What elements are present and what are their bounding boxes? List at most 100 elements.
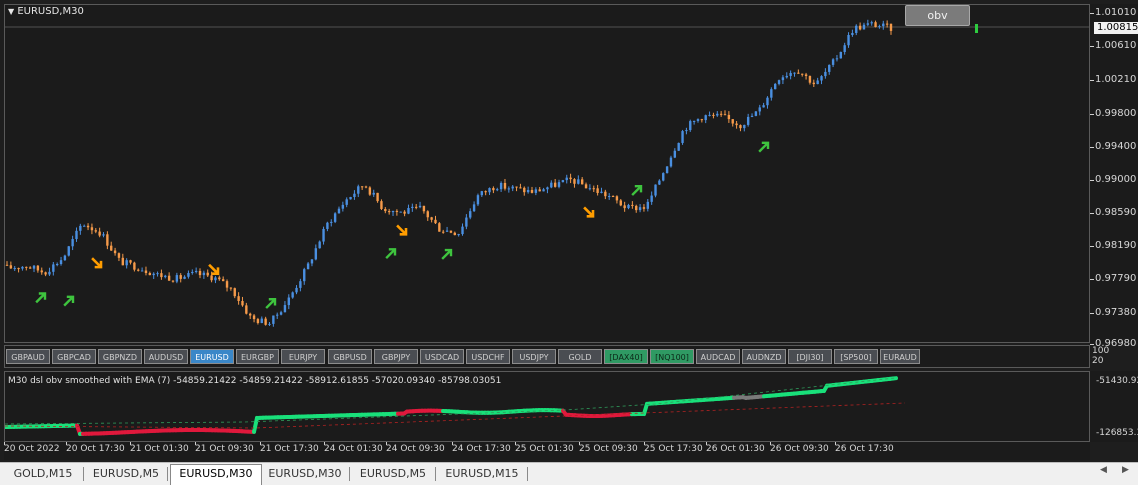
- time-tick-label: 26 Oct 17:30: [835, 444, 894, 454]
- price-tick-mark: [1090, 180, 1094, 181]
- candle-body: [68, 246, 70, 255]
- candle-body: [774, 84, 776, 89]
- symbol-button-dax40[interactable]: [DAX40]: [604, 349, 648, 364]
- candle-body: [870, 22, 872, 23]
- candle-body: [71, 239, 73, 246]
- candle-body: [407, 208, 409, 214]
- symbol-button-gbpaud[interactable]: GBPAUD: [6, 349, 50, 364]
- symbol-button-eurgbp[interactable]: EURGBP: [236, 349, 279, 364]
- candle-body: [778, 80, 780, 84]
- candle-body: [137, 270, 139, 271]
- symbol-button-gbpnzd[interactable]: GBPNZD: [98, 349, 142, 364]
- candle-body: [743, 125, 745, 128]
- time-tick-mark: [706, 442, 707, 445]
- time-tick-label: 25 Oct 17:30: [644, 444, 703, 454]
- price-tick-mark: [1090, 147, 1094, 148]
- symbol-button-gbpcad[interactable]: GBPCAD: [52, 349, 96, 364]
- candle-body: [805, 74, 807, 76]
- candle-body: [616, 196, 618, 200]
- obv-button[interactable]: obv: [905, 5, 970, 26]
- time-tick-mark: [4, 442, 5, 445]
- price-tick-label: 0.99800: [1095, 108, 1136, 119]
- candle-body: [180, 275, 182, 279]
- candle-body: [125, 260, 127, 265]
- candle-body: [52, 264, 54, 271]
- candle-body: [152, 274, 154, 275]
- time-tick-label: 25 Oct 01:30: [515, 444, 574, 454]
- symbol-button-eurjpy[interactable]: EURJPY: [281, 349, 325, 364]
- candle-body: [484, 191, 486, 192]
- candle-body: [353, 194, 355, 197]
- candle-body: [280, 312, 282, 314]
- symbol-button-dji30[interactable]: [DJI30]: [788, 349, 832, 364]
- time-axis[interactable]: 20 Oct 202220 Oct 17:3021 Oct 01:3021 Oc…: [4, 442, 1090, 460]
- price-tick-label: 0.97790: [1095, 273, 1136, 284]
- candle-body: [878, 26, 880, 27]
- candle-body: [859, 26, 861, 30]
- symbol-button-sp500[interactable]: [SP500]: [834, 349, 878, 364]
- time-tick-mark: [260, 442, 261, 445]
- symbol-button-gbpjpy[interactable]: GBPJPY: [374, 349, 418, 364]
- candle-body: [550, 183, 552, 188]
- candle-body: [608, 196, 610, 197]
- chart-title: ▼ EURUSD,M30: [8, 6, 84, 17]
- candle-body: [349, 197, 351, 199]
- price-chart-svg: [5, 5, 1089, 342]
- chevron-down-icon[interactable]: ▼: [8, 7, 14, 16]
- buy-signal-arrow: [65, 297, 73, 305]
- symbol-button-gbpusd[interactable]: GBPUSD: [328, 349, 372, 364]
- candle-body: [41, 270, 43, 272]
- candle-body: [689, 121, 691, 130]
- candle-body: [473, 204, 475, 211]
- candle-body: [430, 217, 432, 220]
- candle-body: [867, 23, 869, 24]
- chart-tab[interactable]: EURUSD,M5: [86, 465, 166, 483]
- candle-body: [596, 188, 598, 193]
- time-tick-mark: [324, 442, 325, 445]
- symbol-button-nq100[interactable]: [NQ100]: [650, 349, 694, 364]
- candle-body: [620, 200, 622, 205]
- candle-body: [770, 89, 772, 98]
- candle-body: [276, 315, 278, 316]
- symbol-button-usdcad[interactable]: USDCAD: [420, 349, 464, 364]
- candle-body: [577, 179, 579, 183]
- price-tick-mark: [1090, 313, 1094, 314]
- candle-body: [268, 324, 270, 325]
- candle-body: [681, 131, 683, 143]
- candle-body: [91, 227, 93, 230]
- symbol-button-gold[interactable]: GOLD: [558, 349, 602, 364]
- price-tick-label: 1.00210: [1095, 74, 1136, 85]
- symbol-button-audnzd[interactable]: AUDNZD: [742, 349, 786, 364]
- symbol-button-eurusd[interactable]: EURUSD: [190, 349, 234, 364]
- chart-tab[interactable]: EURUSD,M15: [438, 465, 526, 483]
- candle-body: [183, 277, 185, 279]
- symbol-button-usdchf[interactable]: USDCHF: [466, 349, 510, 364]
- candle-body: [593, 188, 595, 189]
- time-tick-label: 24 Oct 17:30: [452, 444, 511, 454]
- symbol-button-usdjpy[interactable]: USDJPY: [512, 349, 556, 364]
- tab-scroll-right-icon[interactable]: ▶: [1122, 465, 1129, 475]
- chart-tab[interactable]: EURUSD,M30: [170, 464, 262, 485]
- symbol-button-audusd[interactable]: AUDUSD: [144, 349, 188, 364]
- symbol-scale-top: 100: [1092, 346, 1109, 356]
- candle-body: [809, 76, 811, 83]
- price-axis[interactable]: 1.010101.006101.002100.998000.994000.990…: [1090, 4, 1138, 343]
- candle-body: [149, 273, 151, 275]
- tab-scroll-left-icon[interactable]: ◀: [1100, 465, 1107, 475]
- candle-body: [199, 271, 201, 275]
- candle-body: [631, 205, 633, 206]
- candle-body: [504, 183, 506, 189]
- chart-tab[interactable]: EURUSD,M30: [262, 465, 348, 483]
- symbol-scale-bottom: 20: [1092, 356, 1109, 366]
- chart-tab[interactable]: GOLD,M15: [4, 465, 82, 483]
- time-tick-label: 24 Oct 09:30: [386, 444, 445, 454]
- candle-body: [488, 188, 490, 192]
- candle-body: [241, 301, 243, 305]
- candle-body: [44, 272, 46, 274]
- tab-separator: [349, 467, 350, 481]
- symbol-button-audcad[interactable]: AUDCAD: [696, 349, 740, 364]
- main-chart[interactable]: [4, 4, 1090, 343]
- chart-tab[interactable]: EURUSD,M5: [352, 465, 434, 483]
- symbol-button-euraud[interactable]: EURAUD: [880, 349, 920, 364]
- candle-body: [674, 151, 676, 158]
